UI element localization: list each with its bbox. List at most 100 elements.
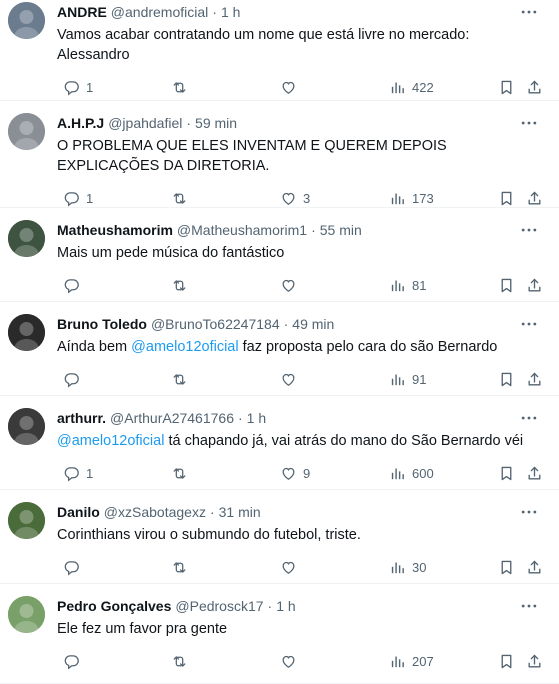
retweet-button[interactable] [165, 275, 188, 295]
timestamp[interactable]: 1 h [276, 598, 295, 614]
tweet[interactable]: arthurr. @ArthurA27461766 · 1 h @amelo12ofic… [0, 396, 559, 490]
separator-dot: · [212, 4, 217, 20]
share-button[interactable] [520, 188, 543, 208]
timestamp[interactable]: 59 min [195, 115, 237, 131]
share-button[interactable] [520, 77, 543, 97]
views-button[interactable]: 173 [383, 188, 434, 208]
views-button[interactable]: 81 [383, 275, 426, 295]
share-button[interactable] [520, 463, 543, 483]
bookmark-button[interactable] [492, 557, 515, 577]
author-handle[interactable]: @xzSabotagexz [104, 504, 206, 520]
avatar[interactable] [8, 2, 45, 39]
avatar[interactable] [8, 314, 45, 351]
views-button[interactable]: 207 [383, 651, 434, 671]
reply-button[interactable] [57, 557, 80, 577]
timestamp[interactable]: 49 min [292, 316, 334, 332]
tweet-header: A.H.P.J @jpahdafiel · 59 min [57, 115, 237, 131]
views-button[interactable]: 30 [383, 557, 426, 577]
timestamp[interactable]: 55 min [320, 222, 362, 238]
like-button[interactable] [274, 369, 297, 389]
retweet-button[interactable] [165, 369, 188, 389]
like-button[interactable] [274, 557, 297, 577]
more-icon[interactable] [519, 408, 539, 426]
timestamp[interactable]: 31 min [219, 504, 261, 520]
tweet[interactable]: Bruno Toledo @BrunoTo62247184 · 49 min Aínda… [0, 302, 559, 396]
tweet[interactable]: ANDRE @andremoficial · 1 h Vamos acabar cont… [0, 0, 559, 101]
bookmark-button[interactable] [492, 188, 515, 208]
separator-dot: · [209, 504, 215, 520]
views-button[interactable]: 422 [383, 77, 434, 97]
author-handle[interactable]: @ArthurA27461766 [110, 410, 234, 426]
reply-button[interactable]: 1 [57, 463, 93, 483]
author-name[interactable]: Pedro Gonçalves [57, 598, 171, 614]
avatar[interactable] [8, 408, 45, 445]
more-icon[interactable] [519, 314, 539, 332]
more-icon[interactable] [519, 2, 539, 20]
share-button[interactable] [520, 651, 543, 671]
like-button[interactable] [274, 651, 297, 671]
like-button[interactable] [274, 275, 297, 295]
reply-button[interactable]: 1 [57, 188, 93, 208]
share-button[interactable] [520, 275, 543, 295]
share-button[interactable] [520, 369, 543, 389]
tweet[interactable]: Pedro Gonçalves @Pedrosck17 · 1 h Ele fez um… [0, 584, 559, 684]
avatar[interactable] [8, 502, 45, 539]
tweet-header: Pedro Gonçalves @Pedrosck17 · 1 h [57, 598, 296, 614]
like-button[interactable]: 3 [274, 188, 310, 208]
tweet-text: Mais um pede música do fantástico [57, 243, 539, 263]
bookmark-button[interactable] [492, 369, 515, 389]
author-name[interactable]: arthurr. [57, 410, 106, 426]
bookmark-button[interactable] [492, 275, 515, 295]
tweet[interactable]: Danilo @xzSabotagexz · 31 min Corinthians vi… [0, 490, 559, 584]
author-handle[interactable]: @Matheushamorim1 [177, 222, 307, 238]
bookmark-button[interactable] [492, 651, 515, 671]
author-handle[interactable]: @Pedrosck17 [175, 598, 263, 614]
retweet-icon [171, 79, 188, 96]
author-name[interactable]: Danilo [57, 504, 100, 520]
author-name[interactable]: Matheushamorim [57, 222, 173, 238]
views-button[interactable]: 600 [383, 463, 434, 483]
author-handle[interactable]: @andremoficial [111, 4, 208, 20]
reply-button[interactable] [57, 275, 80, 295]
retweet-icon [171, 277, 188, 294]
avatar[interactable] [8, 596, 45, 633]
reply-button[interactable] [57, 369, 80, 389]
avatar[interactable] [8, 113, 45, 150]
mention-link[interactable]: @amelo12oficial [131, 339, 238, 355]
like-button[interactable]: 9 [274, 463, 310, 483]
bookmark-button[interactable] [492, 463, 515, 483]
retweet-button[interactable] [165, 77, 188, 97]
avatar[interactable] [8, 220, 45, 257]
text-segment: faz proposta pelo cara do são Bernardo [238, 339, 498, 355]
tweet-text: Ele fez um favor pra gente [57, 619, 539, 639]
tweet[interactable]: Matheushamorim @Matheushamorim1 · 55 min Mai… [0, 208, 559, 302]
more-icon[interactable] [519, 502, 539, 520]
author-name[interactable]: ANDRE [57, 4, 107, 20]
timestamp[interactable]: 1 h [221, 4, 240, 20]
author-handle[interactable]: @BrunoTo62247184 [151, 316, 280, 332]
reply-button[interactable]: 1 [57, 77, 93, 97]
reply-button[interactable] [57, 651, 80, 671]
timestamp[interactable]: 1 h [247, 410, 266, 426]
retweet-button[interactable] [165, 651, 188, 671]
more-icon[interactable] [519, 113, 539, 131]
retweet-icon [171, 653, 188, 670]
more-icon[interactable] [519, 220, 539, 238]
separator-dot: · [283, 316, 289, 332]
action-bar: 207 [57, 651, 541, 671]
bookmark-button[interactable] [492, 77, 515, 97]
reply-icon [63, 79, 80, 96]
author-name[interactable]: Bruno Toledo [57, 316, 147, 332]
more-icon[interactable] [519, 596, 539, 614]
tweet[interactable]: A.H.P.J @jpahdafiel · 59 min O PROBLEMA QUE … [0, 101, 559, 208]
share-button[interactable] [520, 557, 543, 577]
views-count: 207 [412, 653, 434, 669]
author-name[interactable]: A.H.P.J [57, 115, 104, 131]
retweet-button[interactable] [165, 557, 188, 577]
like-button[interactable] [274, 77, 297, 97]
retweet-button[interactable] [165, 463, 188, 483]
mention-link[interactable]: @amelo12oficial [57, 433, 164, 449]
views-button[interactable]: 91 [383, 369, 426, 389]
retweet-button[interactable] [165, 188, 188, 208]
author-handle[interactable]: @jpahdafiel [108, 115, 182, 131]
